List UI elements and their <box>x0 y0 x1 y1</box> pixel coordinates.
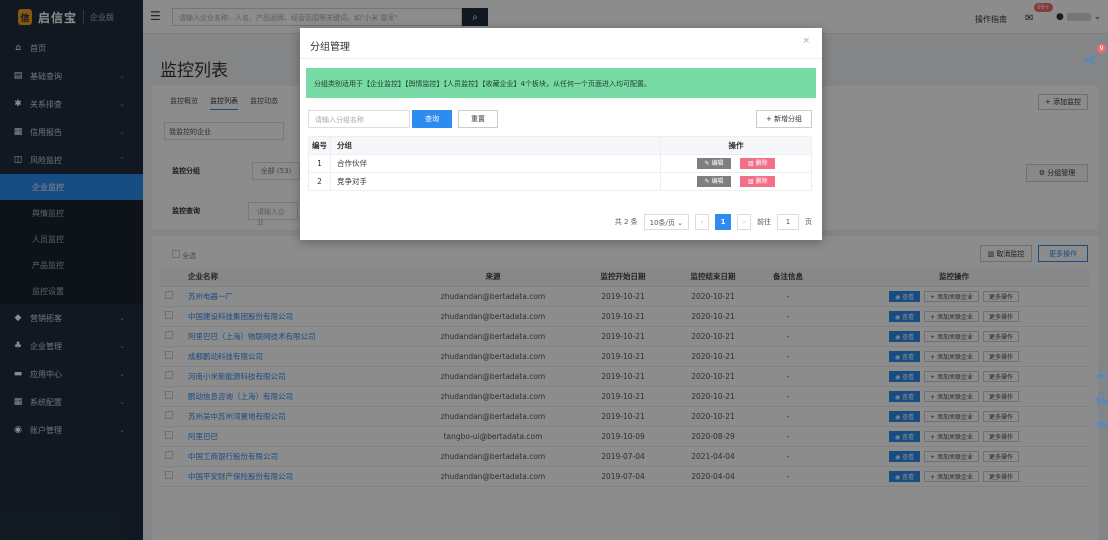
group-name: 竞争对手 <box>330 172 661 191</box>
header-group-operations: 操作 <box>660 136 812 155</box>
next-page-button[interactable]: › <box>737 214 751 230</box>
table-row: 1 合作伙伴 ✎ 编辑 ▥ 删除 <box>308 154 812 173</box>
group-name: 合作伙伴 <box>330 154 661 173</box>
edit-group-button[interactable]: ✎ 编辑 <box>696 158 732 169</box>
group-table: 编号 分组 操作 1 合作伙伴 ✎ 编辑 ▥ 删除 2 竞争对手 ✎ 编辑 ▥ … <box>308 136 812 191</box>
group-name-input[interactable]: 请输入分组名称 <box>308 110 410 128</box>
delete-group-button[interactable]: ▥ 删除 <box>739 176 776 187</box>
floating-toolbar: ▯ APP ▭ 客服 ↑ 顶部 <box>1094 366 1108 438</box>
back-to-top-button[interactable]: ↑ 顶部 <box>1094 414 1108 430</box>
table-row: 2 竞争对手 ✎ 编辑 ▥ 删除 <box>308 172 812 191</box>
close-icon[interactable]: × <box>802 36 810 46</box>
add-group-button[interactable]: + 新增分组 <box>756 110 812 128</box>
app-download-button[interactable]: ▯ APP <box>1094 366 1108 382</box>
goto-label: 前往 <box>757 218 771 226</box>
edit-group-button[interactable]: ✎ 编辑 <box>696 176 732 187</box>
app-label: APP <box>1095 374 1107 381</box>
group-management-dialog: 分组管理 × 分组类别适用于【企业监控】【舆情监控】【人员监控】【收藏企业】4个… <box>300 28 822 240</box>
arrow-up-icon: ↑ <box>1098 414 1104 421</box>
prev-page-button[interactable]: ‹ <box>695 214 709 230</box>
dialog-title: 分组管理 <box>310 42 350 53</box>
service-label: 客服 <box>1094 398 1107 405</box>
divider <box>300 58 822 59</box>
goto-suffix: 页 <box>805 218 812 226</box>
page-number-button[interactable]: 1 <box>715 214 731 230</box>
pagination: 共 2 条 10条/页 ⌄ ‹ 1 › 前往 1 页 <box>615 214 812 230</box>
group-number: 1 <box>308 154 331 173</box>
group-operations-cell: ✎ 编辑 ▥ 删除 <box>660 154 812 173</box>
chat-icon: ▭ <box>1098 390 1104 397</box>
top-label: 顶部 <box>1094 422 1107 429</box>
goto-page-input[interactable]: 1 <box>777 214 799 230</box>
page-size-select[interactable]: 10条/页 ⌄ <box>643 214 689 230</box>
share-icon[interactable]: ⋖ <box>1084 52 1096 68</box>
customer-service-button[interactable]: ▭ 客服 <box>1094 390 1108 406</box>
notice-banner: 分组类别适用于【企业监控】【舆情监控】【人员监控】【收藏企业】4个板块，从任何一… <box>306 68 816 98</box>
total-count: 共 2 条 <box>614 218 638 226</box>
group-operations-cell: ✎ 编辑 ▥ 删除 <box>660 172 812 191</box>
header-number: 编号 <box>308 136 331 155</box>
phone-icon: ▯ <box>1099 366 1103 373</box>
group-query-button[interactable]: 查询 <box>412 110 452 128</box>
group-reset-button[interactable]: 重置 <box>458 110 498 128</box>
group-table-header: 编号 分组 操作 <box>308 136 812 155</box>
share-badge: 9 <box>1097 44 1106 53</box>
group-number: 2 <box>308 172 331 191</box>
header-group: 分组 <box>330 136 661 155</box>
delete-group-button[interactable]: ▥ 删除 <box>739 158 776 169</box>
